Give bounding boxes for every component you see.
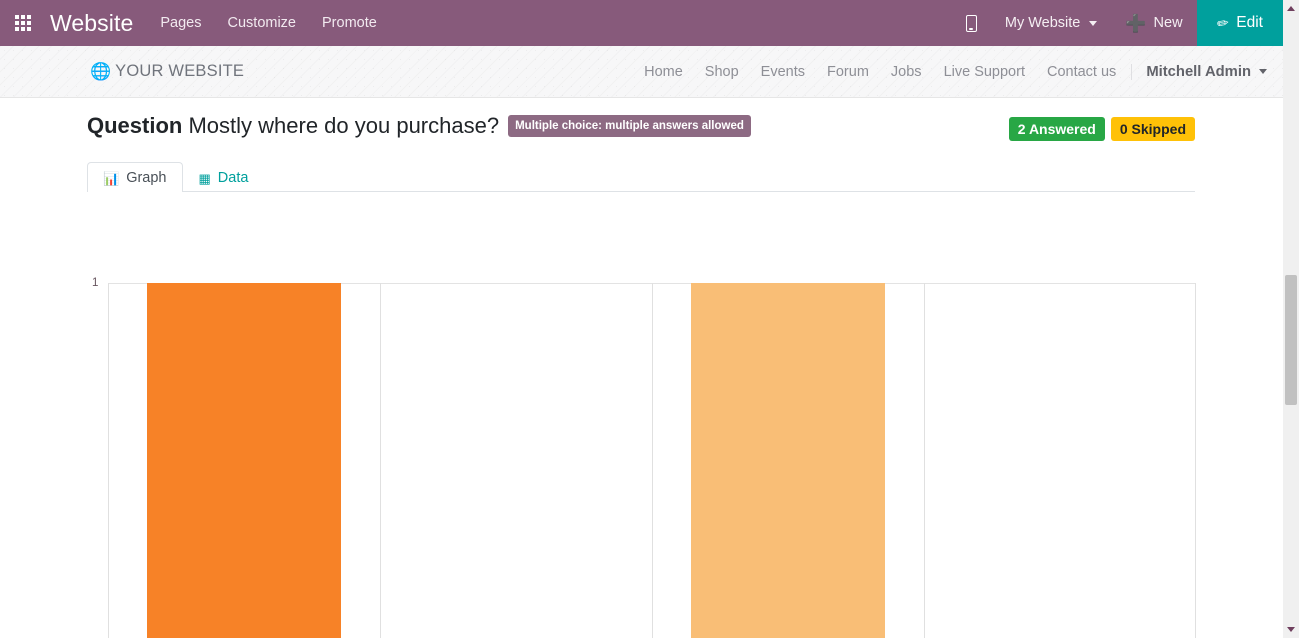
tab-data-label: Data <box>217 170 249 186</box>
chart-plot-area <box>108 283 1196 638</box>
graph-panel: 1 <box>0 277 1283 638</box>
page-scrollbar[interactable] <box>1283 0 1299 638</box>
nav-item-live-support[interactable]: Live Support <box>933 64 1036 80</box>
scrollbar-down-arrow[interactable] <box>1287 627 1295 632</box>
website-logo[interactable]: 🌐 YOUR WEBSITE <box>90 62 244 81</box>
backend-menu: Pages Customize Promote <box>147 0 389 46</box>
question-label: Question <box>87 113 183 138</box>
gridline-vertical <box>652 283 653 638</box>
chevron-down-icon <box>1259 69 1267 74</box>
website-nav: Home Shop Events Forum Jobs Live Support… <box>633 63 1283 80</box>
skipped-badge: 0 Skipped <box>1110 117 1195 141</box>
new-button[interactable]: ➕ New <box>1111 0 1196 46</box>
scrollbar-thumb[interactable] <box>1285 275 1297 405</box>
apps-menu-button[interactable] <box>0 0 46 46</box>
result-tabs: 📊 Graph ▦ Data <box>87 158 1195 192</box>
nav-item-shop[interactable]: Shop <box>694 64 750 80</box>
y-axis-tick-1: 1 <box>92 277 99 289</box>
page-title: Question Mostly where do you purchase? Mu… <box>87 112 751 140</box>
gridline-vertical <box>924 283 925 638</box>
page-content: Question Mostly where do you purchase? Mu… <box>0 98 1283 638</box>
question-header-row: Question Mostly where do you purchase? Mu… <box>0 98 1283 141</box>
nav-item-forum[interactable]: Forum <box>816 64 880 80</box>
chevron-down-icon <box>1089 20 1098 26</box>
edit-button-label: Edit <box>1236 14 1263 31</box>
mobile-device-icon <box>965 14 977 32</box>
nav-item-home[interactable]: Home <box>633 64 694 80</box>
gridline-vertical <box>380 283 381 638</box>
chart-bar[interactable] <box>147 283 341 638</box>
scrollbar-up-arrow[interactable] <box>1287 6 1295 11</box>
pencil-icon: ✏ <box>1215 14 1230 32</box>
backend-navbar-right: My Website ➕ New ✏ Edit <box>952 0 1283 46</box>
gridline-vertical <box>108 283 109 638</box>
menu-item-customize[interactable]: Customize <box>215 0 310 46</box>
backend-brand: Website <box>50 9 134 36</box>
mobile-preview-button[interactable] <box>952 0 991 46</box>
website-selector-label: My Website <box>1004 15 1081 31</box>
nav-item-contact-us[interactable]: Contact us <box>1036 64 1127 80</box>
gridline-vertical <box>1195 283 1196 638</box>
apps-grid-icon <box>15 15 31 31</box>
website-header: 🌐 YOUR WEBSITE Home Shop Events Forum Jo… <box>0 46 1283 98</box>
answered-badge: 2 Answered <box>1008 117 1105 141</box>
question-type-badge: Multiple choice: multiple answers allowe… <box>508 115 751 138</box>
menu-item-pages[interactable]: Pages <box>147 0 214 46</box>
bar-chart: 1 <box>87 277 1196 638</box>
tab-graph-label: Graph <box>126 170 167 186</box>
edit-button[interactable]: ✏ Edit <box>1196 0 1283 46</box>
chart-bar[interactable] <box>691 283 885 638</box>
tab-graph[interactable]: 📊 Graph <box>87 162 183 192</box>
website-logo-text: YOUR WEBSITE <box>115 62 245 80</box>
table-icon: ▦ <box>198 170 211 186</box>
backend-navbar: Website Pages Customize Promote My Websi… <box>0 0 1283 46</box>
question-stats: 2 Answered 0 Skipped <box>1008 112 1195 141</box>
bar-chart-icon: 📊 <box>103 170 120 186</box>
tab-data[interactable]: ▦ Data <box>183 162 265 192</box>
globe-icon: 🌐 <box>90 62 112 81</box>
website-selector[interactable]: My Website <box>991 0 1111 46</box>
new-button-label: New <box>1153 15 1183 31</box>
nav-item-events[interactable]: Events <box>750 64 816 80</box>
user-menu-label: Mitchell Admin <box>1146 63 1251 80</box>
plus-icon: ➕ <box>1125 13 1147 33</box>
menu-item-promote[interactable]: Promote <box>309 0 390 46</box>
user-menu[interactable]: Mitchell Admin <box>1131 63 1283 80</box>
nav-item-jobs[interactable]: Jobs <box>880 64 933 80</box>
question-text: Mostly where do you purchase? <box>188 113 500 138</box>
